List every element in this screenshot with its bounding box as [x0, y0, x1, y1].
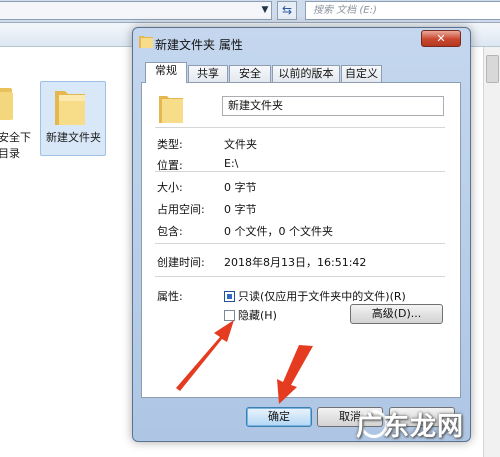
watermark-text: 广东龙网: [356, 412, 465, 442]
annotation-arrows: [176, 320, 313, 404]
tab-general[interactable]: 常规: [145, 62, 187, 83]
arrow-to-ok: [277, 345, 313, 404]
arrow-to-hidden: [176, 320, 234, 391]
